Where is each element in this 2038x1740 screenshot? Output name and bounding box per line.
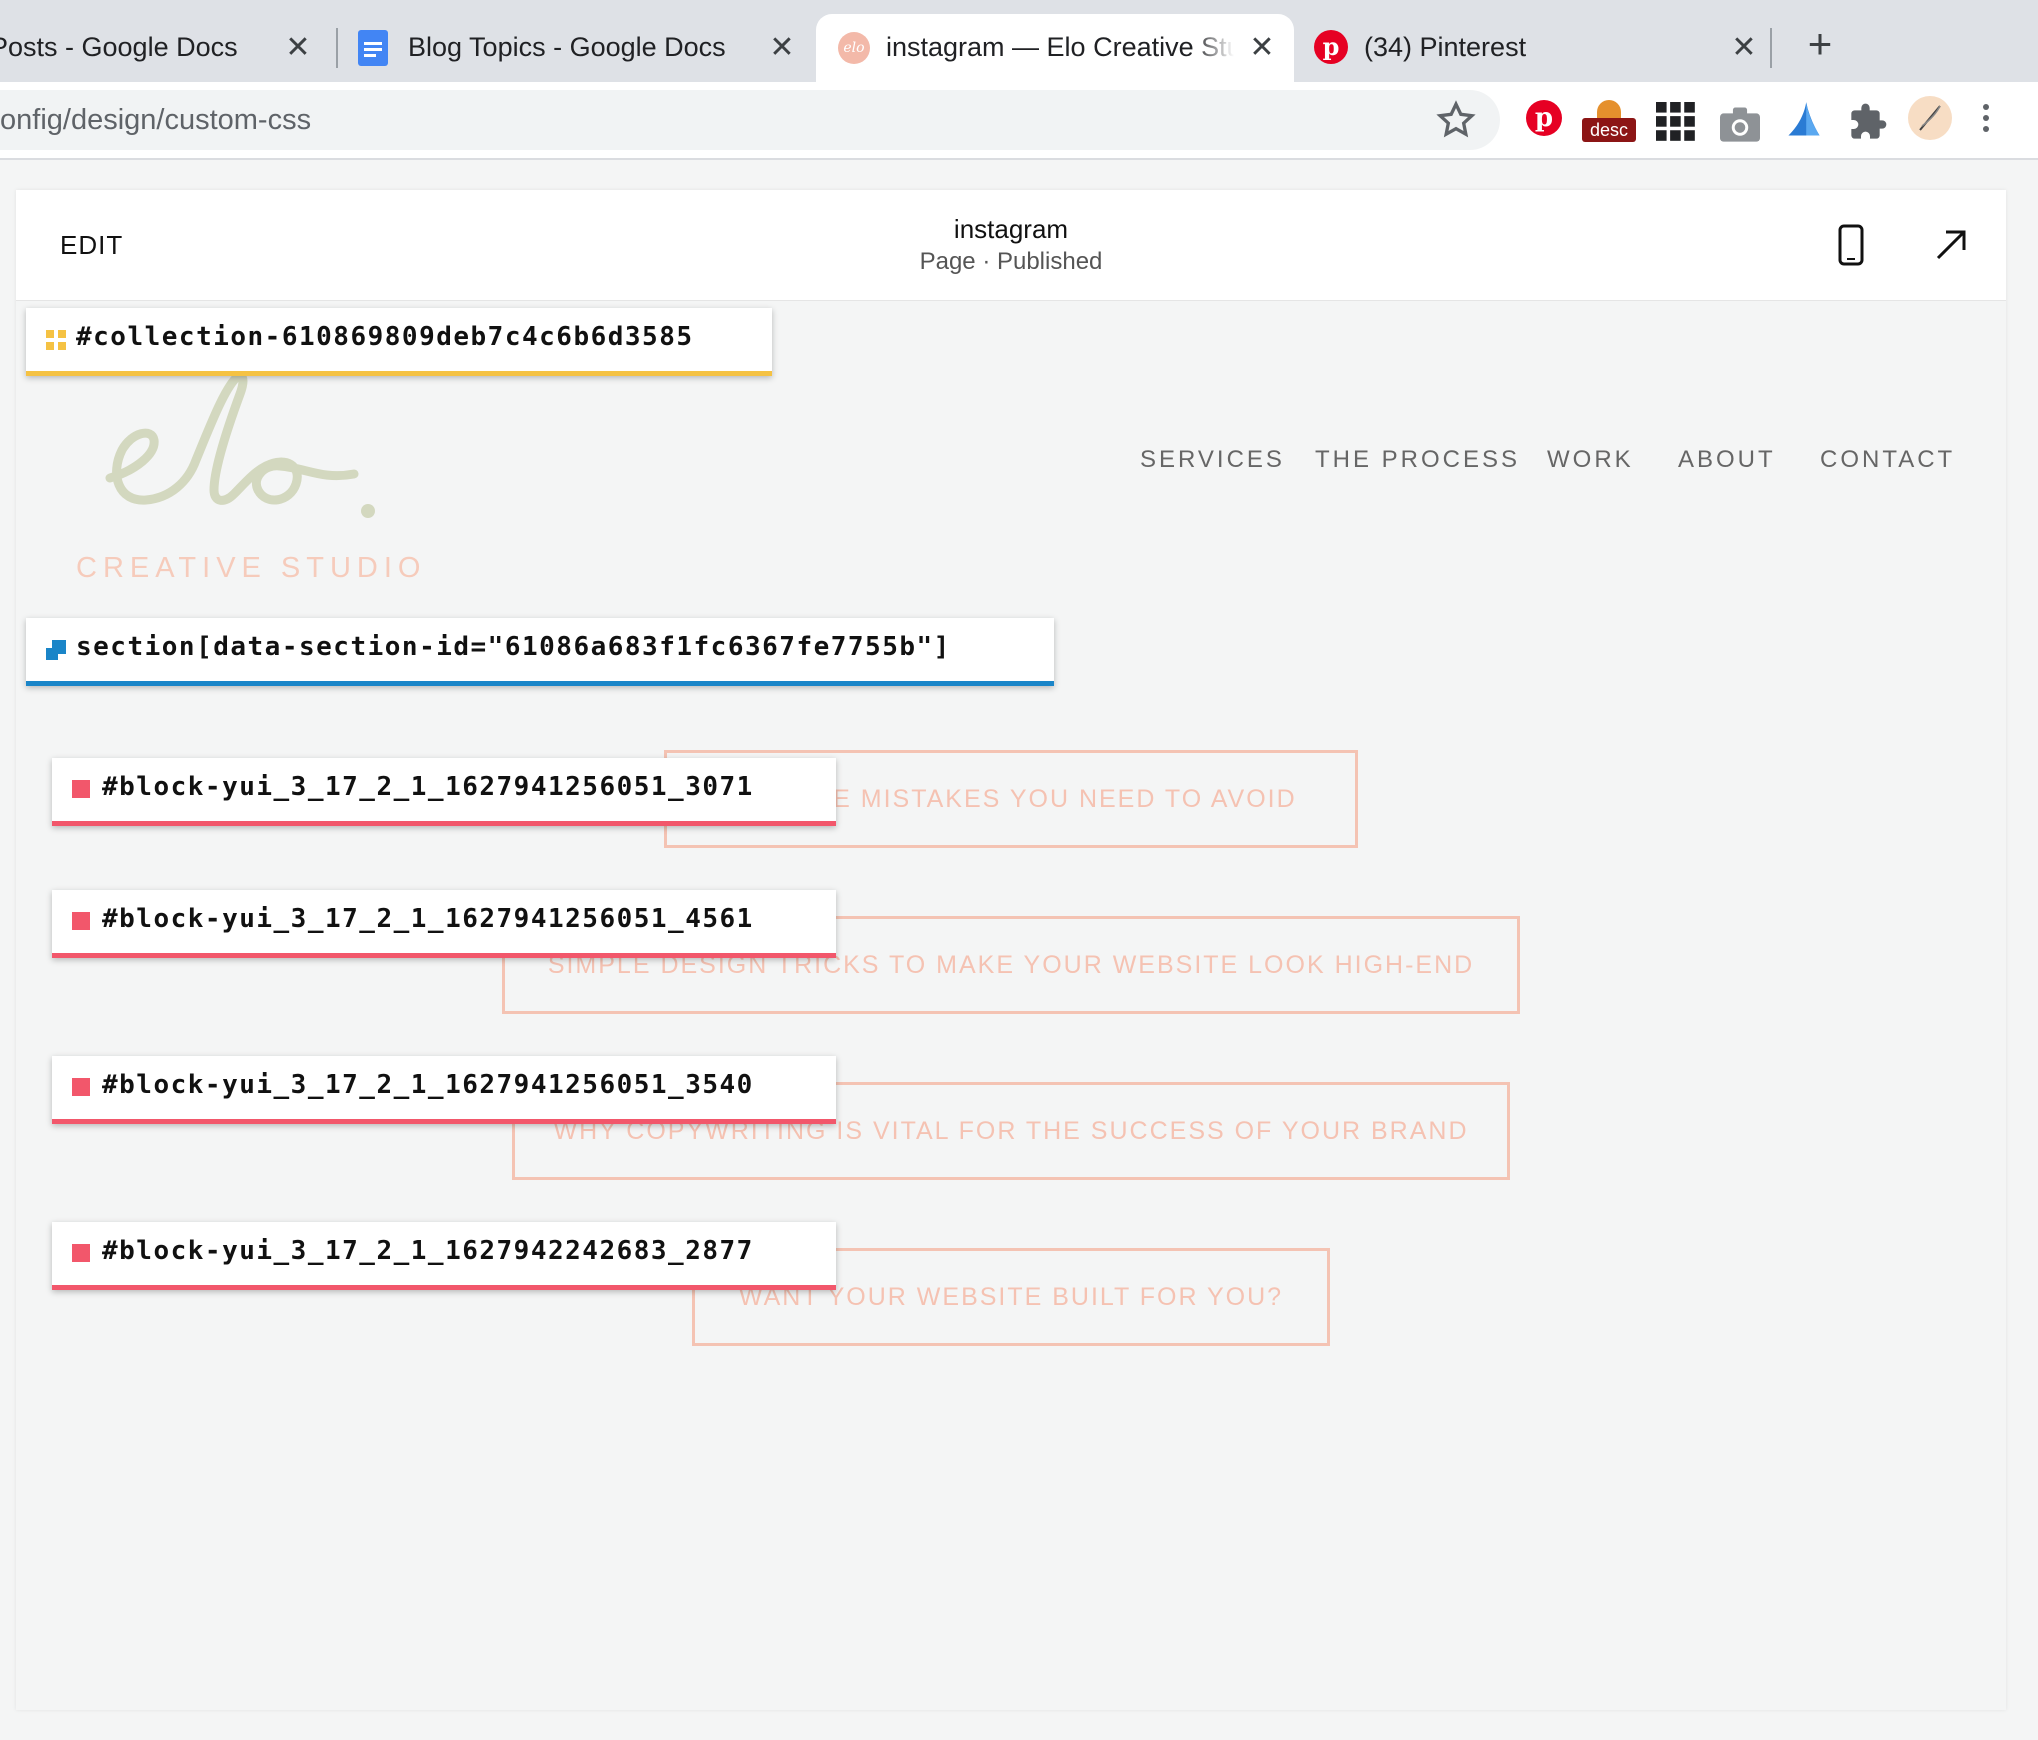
address-bar[interactable]: onfig/design/custom-css <box>0 90 1500 150</box>
tab-instagram[interactable]: elo instagram — Elo Creative Studio ✕ <box>816 14 1294 82</box>
close-tab-icon[interactable]: ✕ <box>1244 30 1280 66</box>
nav-link-about[interactable]: ABOUT <box>1678 446 1776 474</box>
pinterest-extension-icon[interactable]: p <box>1526 100 1562 136</box>
selector-text: #block-yui_3_17_2_1_1627941256051_3540 <box>102 1070 754 1100</box>
camera-icon[interactable] <box>1720 104 1760 144</box>
sail-extension-icon[interactable] <box>1784 100 1824 140</box>
tab-divider <box>336 28 338 68</box>
selector-chip-collection[interactable]: #collection-610869809deb7c4c6b6d3585 <box>26 308 772 376</box>
apps-grid-icon[interactable] <box>1656 102 1696 142</box>
open-external-arrow-icon[interactable] <box>1934 228 1968 262</box>
block-icon <box>72 780 90 798</box>
selector-chip-block[interactable]: #block-yui_3_17_2_1_1627942242683_2877 <box>52 1222 836 1290</box>
tab-pinterest[interactable]: p (34) Pinterest ✕ <box>1296 14 1776 82</box>
selector-text: #block-yui_3_17_2_1_1627941256051_4561 <box>102 904 754 934</box>
selector-chip-block[interactable]: #block-yui_3_17_2_1_1627941256051_3071 <box>52 758 836 826</box>
tab-divider <box>1770 28 1772 68</box>
block-icon <box>72 1078 90 1096</box>
desc-extension-icon[interactable]: desc <box>1582 100 1636 148</box>
close-tab-icon[interactable]: ✕ <box>764 30 800 66</box>
browser-menu-icon[interactable] <box>1978 100 1994 136</box>
tab-posts[interactable]: Posts - Google Docs ✕ <box>0 14 330 82</box>
tab-blog-topics[interactable]: Blog Topics - Google Docs ✕ <box>344 14 814 82</box>
new-tab-button[interactable]: + <box>1798 22 1842 66</box>
nav-link-services[interactable]: SERVICES <box>1140 446 1285 474</box>
close-tab-icon[interactable]: ✕ <box>280 30 316 66</box>
nav-link-contact[interactable]: CONTACT <box>1820 446 1955 474</box>
editor-header: EDIT instagram Page · Published <box>16 190 2006 301</box>
elo-logo[interactable] <box>96 370 386 540</box>
puzzle-extensions-icon[interactable] <box>1848 102 1888 142</box>
block-icon <box>72 912 90 930</box>
bell-icon <box>1597 100 1621 118</box>
profile-avatar[interactable] <box>1908 96 1952 140</box>
bookmark-star-icon[interactable] <box>1436 100 1476 140</box>
nav-link-work[interactable]: WORK <box>1547 446 1634 474</box>
mobile-preview-icon[interactable] <box>1838 224 1864 266</box>
url-text[interactable]: onfig/design/custom-css <box>0 90 311 150</box>
selector-chip-block[interactable]: #block-yui_3_17_2_1_1627941256051_4561 <box>52 890 836 958</box>
tab-strip: Posts - Google Docs ✕ Blog Topics - Goog… <box>0 0 2038 82</box>
selector-text: #collection-610869809deb7c4c6b6d3585 <box>76 322 694 352</box>
tab-title: Posts - Google Docs <box>0 32 238 62</box>
nav-link-the-process[interactable]: THE PROCESS <box>1315 446 1520 474</box>
selector-chip-section[interactable]: section[data-section-id="61086a683f1fc63… <box>26 618 1054 686</box>
selector-text: section[data-section-id="61086a683f1fc63… <box>76 632 951 662</box>
elo-favicon-icon: elo <box>838 32 870 64</box>
collection-grid-icon <box>46 330 66 350</box>
close-tab-icon[interactable]: ✕ <box>1726 30 1762 66</box>
desc-badge: desc <box>1582 118 1636 142</box>
tab-title: Blog Topics - Google Docs <box>408 32 726 62</box>
section-icon <box>46 640 66 660</box>
feather-pen-icon <box>1919 105 1941 131</box>
selector-chip-block[interactable]: #block-yui_3_17_2_1_1627941256051_3540 <box>52 1056 836 1124</box>
tab-title: (34) Pinterest <box>1364 32 1527 62</box>
selector-text: #block-yui_3_17_2_1_1627941256051_3071 <box>102 772 754 802</box>
page-title: instagram <box>953 214 1069 244</box>
site-tagline: CREATIVE STUDIO <box>76 552 427 584</box>
page-status: Page · Published <box>919 248 1103 275</box>
selector-text: #block-yui_3_17_2_1_1627942242683_2877 <box>102 1236 754 1266</box>
tab-title: instagram — Elo Creative Studio <box>886 32 1234 62</box>
block-icon <box>72 1244 90 1262</box>
google-docs-icon <box>358 30 388 66</box>
pinterest-icon: p <box>1314 30 1348 64</box>
